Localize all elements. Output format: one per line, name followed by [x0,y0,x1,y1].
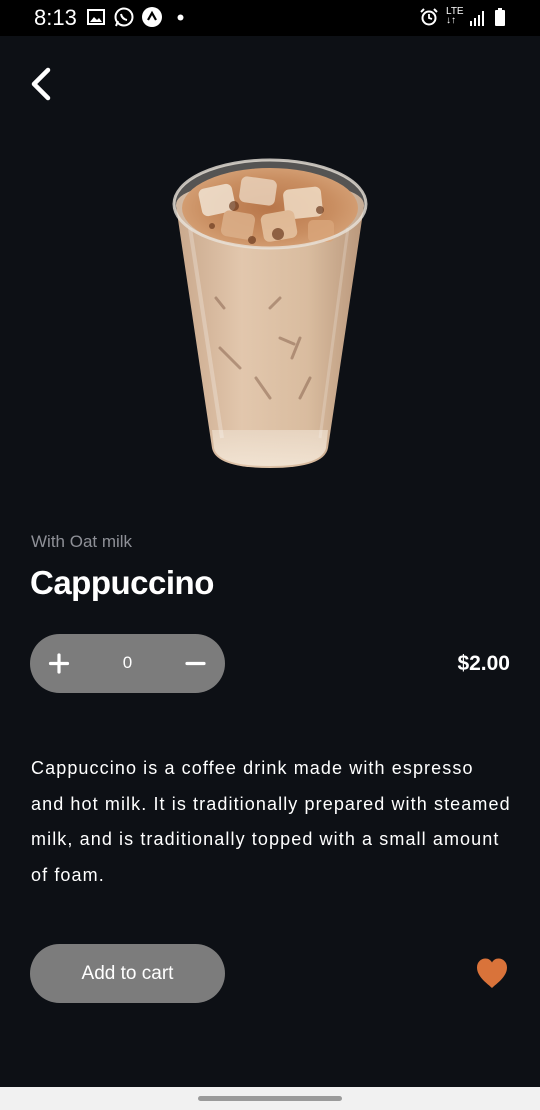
app-icon [142,7,162,27]
dot-icon [177,14,184,21]
whatsapp-icon [114,7,134,27]
back-button[interactable] [22,62,62,106]
product-description: Cappuccino is a coffee drink made with e… [31,758,511,885]
favorite-button[interactable] [474,956,510,990]
minus-icon [185,661,206,666]
system-navigation-bar [0,1087,540,1110]
increase-quantity-button[interactable] [30,634,86,693]
quantity-value: 0 [122,653,133,672]
add-to-cart-button[interactable]: Add to cart [30,944,225,1003]
status-bar: 8:13 LTE ↓↑ [0,0,540,36]
lte-icon: LTE ↓↑ [446,7,464,26]
product-detail-screen: 8:13 LTE ↓↑ With Oat milk Cappuccino 0 $… [0,0,540,1110]
product-subtitle: With Oat milk [31,532,133,551]
quantity-stepper: 0 [30,634,225,693]
status-time: 8:13 [34,5,77,30]
data-arrows: ↓↑ [446,15,456,26]
signal-icon [470,11,484,26]
battery-icon [495,8,505,26]
decrease-quantity-button[interactable] [169,634,225,693]
product-price: $2.00 [457,652,510,675]
image-icon [87,9,105,25]
product-name: Cappuccino [30,564,214,601]
product-image [172,158,368,468]
chevron-left-icon [31,67,51,101]
heart-icon [477,958,507,988]
home-indicator[interactable] [198,1096,342,1101]
alarm-icon [420,8,438,26]
plus-icon [48,653,70,674]
